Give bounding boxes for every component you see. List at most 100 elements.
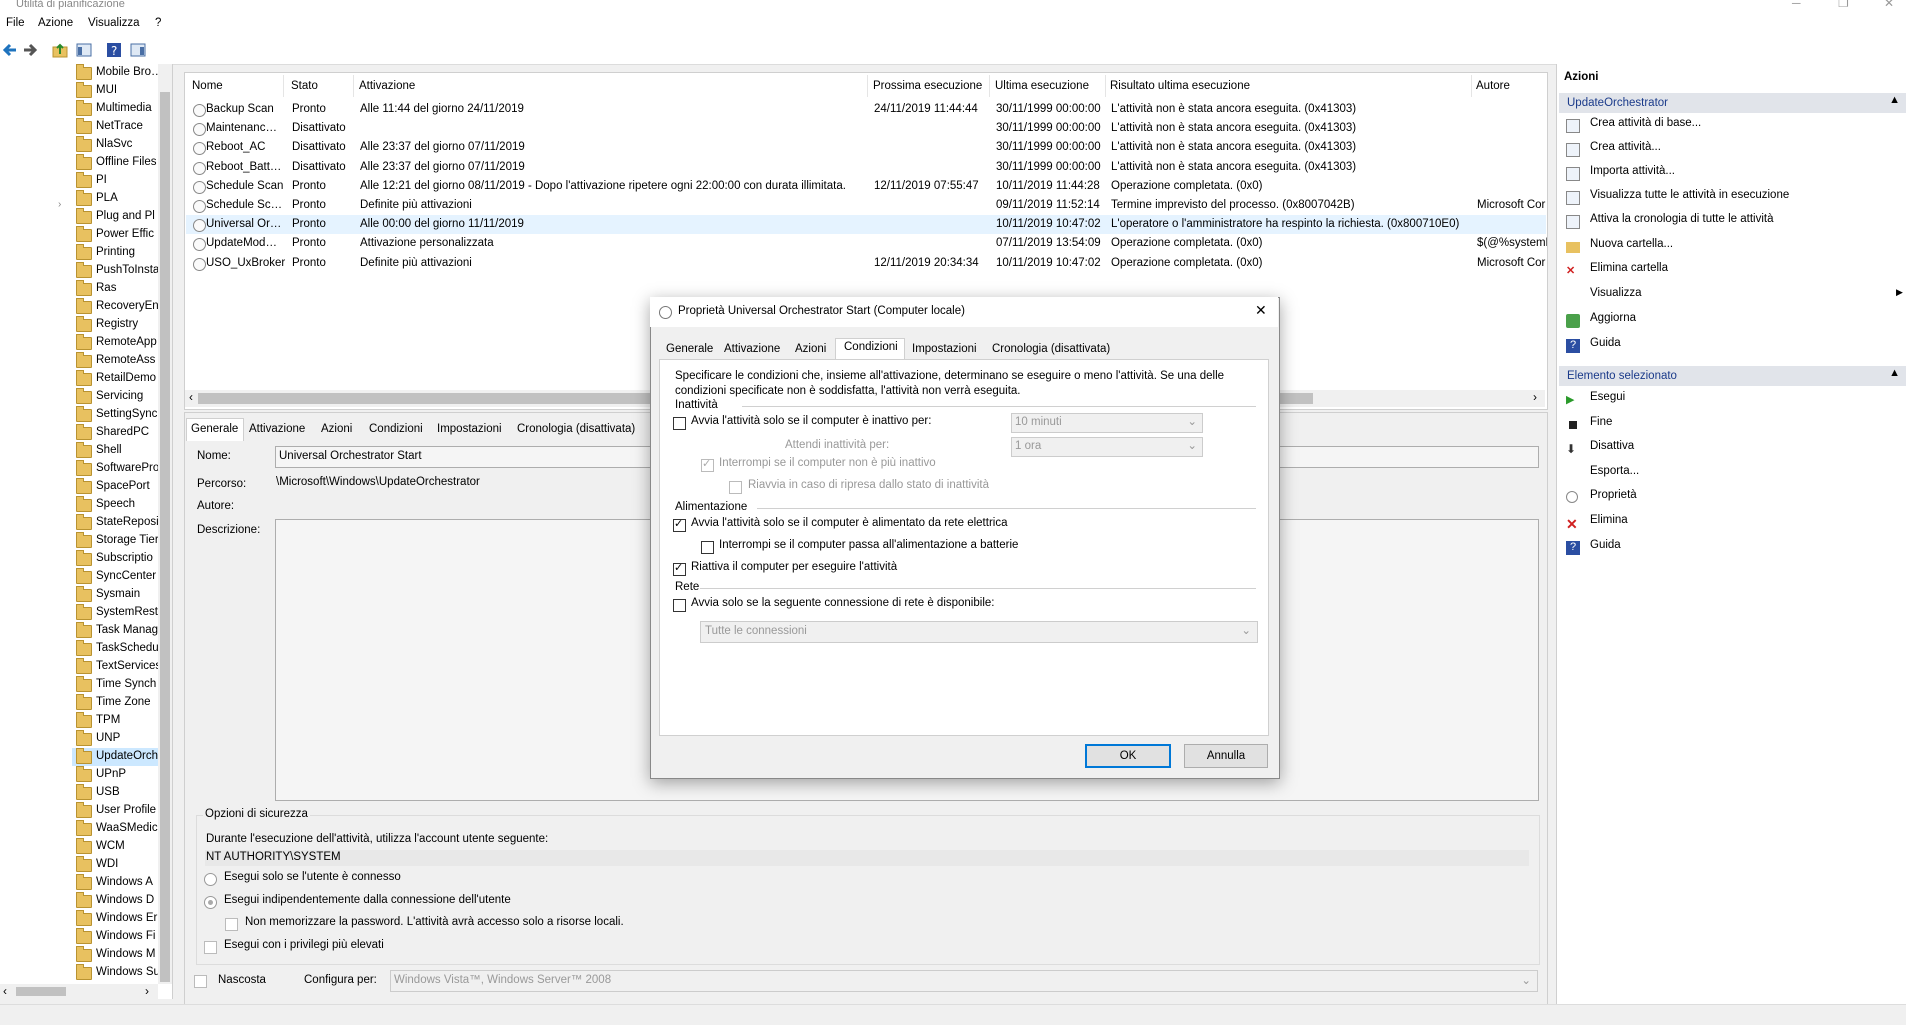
details-tab-cronologia[interactable]: Cronologia (disattivata) <box>517 423 635 435</box>
tree-item[interactable]: Offline Files <box>72 154 160 172</box>
details-tab-attivazione[interactable]: Attivazione <box>249 423 305 435</box>
tree-expand-chevron-icon[interactable]: › <box>58 199 61 210</box>
minimize-icon[interactable]: ─ <box>1792 0 1801 10</box>
dialog-tab-azioni[interactable]: Azioni <box>795 343 826 355</box>
action-item[interactable]: Elimina <box>1590 514 1628 526</box>
tree-item[interactable]: NlaSvc <box>72 136 160 154</box>
action-item[interactable]: Attiva la cronologia di tutte le attivit… <box>1590 213 1773 225</box>
table-row[interactable]: Schedule Sc… Pronto Definite più attivazio… <box>186 196 1546 215</box>
action-item[interactable]: Disattiva <box>1590 440 1634 452</box>
dialog-tab-attivazione[interactable]: Attivazione <box>724 343 780 355</box>
power-battery-checkbox[interactable] <box>701 541 714 554</box>
radio-run-always[interactable] <box>204 896 217 909</box>
tree-item[interactable]: SettingSync <box>72 406 160 424</box>
tree-item[interactable]: Windows D <box>72 892 160 910</box>
maximize-icon[interactable]: ❐ <box>1838 0 1849 10</box>
table-row[interactable]: Schedule Scan Pronto Alle 12:21 del giorno… <box>186 177 1546 196</box>
tree-item[interactable]: SpacePort <box>72 478 160 496</box>
forward-arrow-icon[interactable] <box>22 42 38 58</box>
tree-item[interactable]: RemoteApp <box>72 334 160 352</box>
show-hide-action-pane-icon[interactable] <box>130 42 146 58</box>
tree-horizontal-scrollbar[interactable]: ‹ › <box>0 984 158 999</box>
tree-item[interactable]: SharedPC <box>72 424 160 442</box>
tree-item[interactable]: WCM <box>72 838 160 856</box>
tree-item[interactable]: SystemRest <box>72 604 160 622</box>
tree-item[interactable]: UpdateOrch <box>72 748 160 766</box>
menu-file[interactable]: File <box>6 17 25 29</box>
network-checkbox[interactable] <box>673 599 686 612</box>
dialog-tab-generale[interactable]: Generale <box>666 343 713 355</box>
menu-visualizza[interactable]: Visualizza <box>88 17 140 29</box>
tree-item[interactable]: Time Synch <box>72 676 160 694</box>
tree-item[interactable]: PLA <box>72 190 160 208</box>
tree-item[interactable]: TaskSchedu <box>72 640 160 658</box>
tree-item[interactable]: PushToInsta <box>72 262 160 280</box>
network-select[interactable]: Tutte le connessioni ⌄ <box>700 621 1258 643</box>
tree-item[interactable]: Printing <box>72 244 160 262</box>
tree-item[interactable]: Subscriptio <box>72 550 160 568</box>
action-item[interactable]: Importa attività... <box>1590 165 1675 177</box>
tree-item[interactable]: TextServices <box>72 658 160 676</box>
details-tab-azioni[interactable]: Azioni <box>321 423 352 435</box>
col-risultato[interactable]: Risultato ultima esecuzione <box>1110 80 1250 92</box>
power-ac-checkbox[interactable] <box>673 517 686 532</box>
col-stato[interactable]: Stato <box>291 80 318 92</box>
col-attivazione[interactable]: Attivazione <box>359 80 415 92</box>
tree-scroll-thumb[interactable] <box>160 92 170 982</box>
cancel-button[interactable]: Annulla <box>1184 744 1268 768</box>
details-tab-impostazioni[interactable]: Impostazioni <box>437 423 502 435</box>
tree-item[interactable]: UPnP <box>72 766 160 784</box>
back-arrow-icon[interactable] <box>2 42 18 58</box>
actions-section-selected[interactable]: Elemento selezionato ▲ <box>1559 366 1906 386</box>
action-item[interactable]: Fine <box>1590 416 1612 428</box>
scroll-left-icon[interactable]: ‹ <box>3 984 7 998</box>
tree-item[interactable]: Multimedia <box>72 100 160 118</box>
action-item[interactable]: Guida <box>1590 337 1621 349</box>
table-row[interactable]: USO_UxBroker Pronto Definite più attivazio… <box>186 254 1546 273</box>
tree-item[interactable]: PI <box>72 172 160 190</box>
table-row[interactable]: Reboot_Batt… Disattivato Alle 23:37 del gi… <box>186 158 1546 177</box>
actions-section-folder[interactable]: UpdateOrchestrator ▲ <box>1559 93 1906 113</box>
table-row[interactable]: Reboot_AC Disattivato Alle 23:37 del giorn… <box>186 138 1546 157</box>
tree-item[interactable]: Windows Su <box>72 964 160 982</box>
dialog-tab-impostazioni[interactable]: Impostazioni <box>912 343 977 355</box>
tree-item[interactable]: RecoveryEn <box>72 298 160 316</box>
task-scroll-left-icon[interactable]: ‹ <box>189 390 193 404</box>
tree-item[interactable]: StateReposi <box>72 514 160 532</box>
up-folder-icon[interactable] <box>52 42 68 58</box>
idle-duration-select[interactable]: 10 minuti ⌄ <box>1011 413 1203 433</box>
details-tab-condizioni[interactable]: Condizioni <box>369 423 423 435</box>
tree-item[interactable]: Plug and Pl <box>72 208 160 226</box>
no-password-checkbox[interactable] <box>225 918 238 931</box>
table-row[interactable]: Universal Or… Pronto Alle 00:00 del giorno… <box>186 215 1546 235</box>
tree-item[interactable]: WDI <box>72 856 160 874</box>
menu-azione[interactable]: Azione <box>38 17 73 29</box>
tree-item[interactable]: RemoteAss <box>72 352 160 370</box>
idle-restart-checkbox[interactable] <box>729 481 742 494</box>
col-nome[interactable]: Nome <box>192 80 223 92</box>
tree-item[interactable]: MUI <box>72 82 160 100</box>
idle-start-checkbox[interactable] <box>673 417 686 430</box>
tree-item[interactable]: Windows A <box>72 874 160 892</box>
collapse-up-icon[interactable]: ▲ <box>1889 94 1900 106</box>
action-item[interactable]: Guida <box>1590 539 1621 551</box>
tree-item[interactable]: Task Manag <box>72 622 160 640</box>
tree-item[interactable]: User Profile <box>72 802 160 820</box>
tree-item[interactable]: SyncCenter <box>72 568 160 586</box>
col-ultima-esecuzione[interactable]: Ultima esecuzione <box>995 80 1089 92</box>
task-scroll-right-icon[interactable]: › <box>1533 390 1537 404</box>
tree-item[interactable]: UNP <box>72 730 160 748</box>
wake-checkbox[interactable] <box>673 561 686 576</box>
action-item[interactable]: Elimina cartella <box>1590 262 1668 274</box>
tree-item[interactable]: Speech <box>72 496 160 514</box>
radio-only-logged-on[interactable] <box>204 873 217 886</box>
tree-item[interactable]: Power Effic <box>72 226 160 244</box>
tree-item[interactable]: Registry <box>72 316 160 334</box>
tree-item[interactable]: NetTrace <box>72 118 160 136</box>
action-item[interactable]: Crea attività... <box>1590 141 1661 153</box>
tree-item[interactable]: TPM <box>72 712 160 730</box>
col-autore[interactable]: Autore <box>1476 80 1510 92</box>
action-item[interactable]: Esporta... <box>1590 465 1639 477</box>
dialog-close-icon[interactable]: ✕ <box>1255 302 1267 319</box>
tree-item[interactable]: SoftwarePro <box>72 460 160 478</box>
